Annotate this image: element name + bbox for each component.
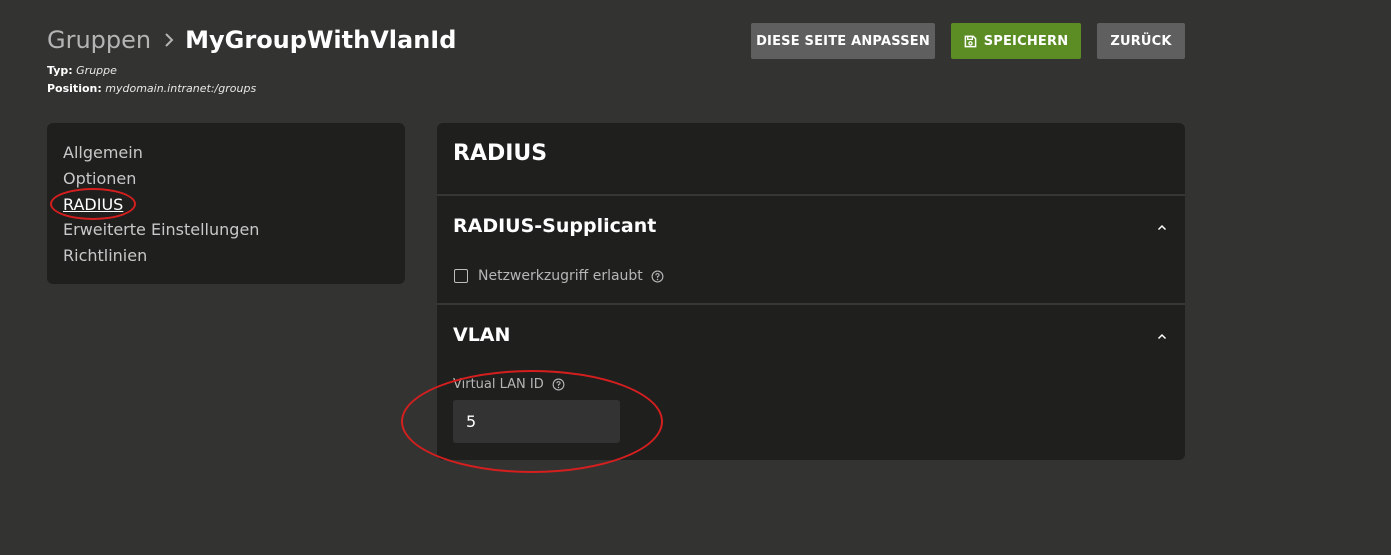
back-button-label: ZURÜCK: [1110, 33, 1172, 49]
position-label: Position:: [47, 82, 102, 95]
position-value: mydomain.intranet:/groups: [105, 82, 257, 95]
nav-item-richtlinien[interactable]: Richtlinien: [63, 246, 405, 272]
radius-highlight-annotation: [50, 188, 136, 220]
help-icon[interactable]: [651, 270, 664, 283]
back-button[interactable]: ZURÜCK: [1097, 23, 1185, 59]
chevron-up-icon[interactable]: [1155, 220, 1169, 234]
customize-page-button-label: DIESE SEITE ANPASSEN: [756, 33, 930, 49]
panel-title: RADIUS: [453, 141, 548, 166]
customize-page-button[interactable]: DIESE SEITE ANPASSEN: [751, 23, 935, 59]
page-title: MyGroupWithVlanId: [185, 26, 457, 54]
chevron-up-icon[interactable]: [1155, 329, 1169, 343]
divider: [437, 303, 1185, 305]
position-info: Position: mydomain.intranet:/groups: [47, 82, 256, 95]
nav-item-allgemein[interactable]: Allgemein: [63, 143, 405, 169]
chevron-right-icon: [164, 32, 174, 48]
type-info: Typ: Gruppe: [47, 64, 117, 77]
network-access-option: Netzwerkzugriff erlaubt: [454, 268, 664, 284]
save-button-label: SPEICHERN: [983, 33, 1069, 49]
network-access-label[interactable]: Netzwerkzugriff erlaubt: [478, 268, 643, 284]
type-label: Typ:: [47, 64, 73, 77]
save-icon: [964, 35, 984, 48]
nav-item-erweiterte-einstellungen[interactable]: Erweiterte Einstellungen: [63, 220, 405, 246]
save-button[interactable]: SPEICHERN: [951, 23, 1081, 59]
section-title-vlan: VLAN: [453, 324, 511, 346]
section-title-supplicant: RADIUS-Supplicant: [453, 215, 657, 237]
divider: [437, 194, 1185, 196]
breadcrumb: Gruppen MyGroupWithVlanId: [47, 24, 456, 56]
vlan-highlight-annotation: [401, 370, 663, 473]
network-access-checkbox[interactable]: [454, 269, 468, 283]
breadcrumb-parent-link[interactable]: Gruppen: [47, 26, 151, 54]
type-value: Gruppe: [76, 64, 117, 77]
